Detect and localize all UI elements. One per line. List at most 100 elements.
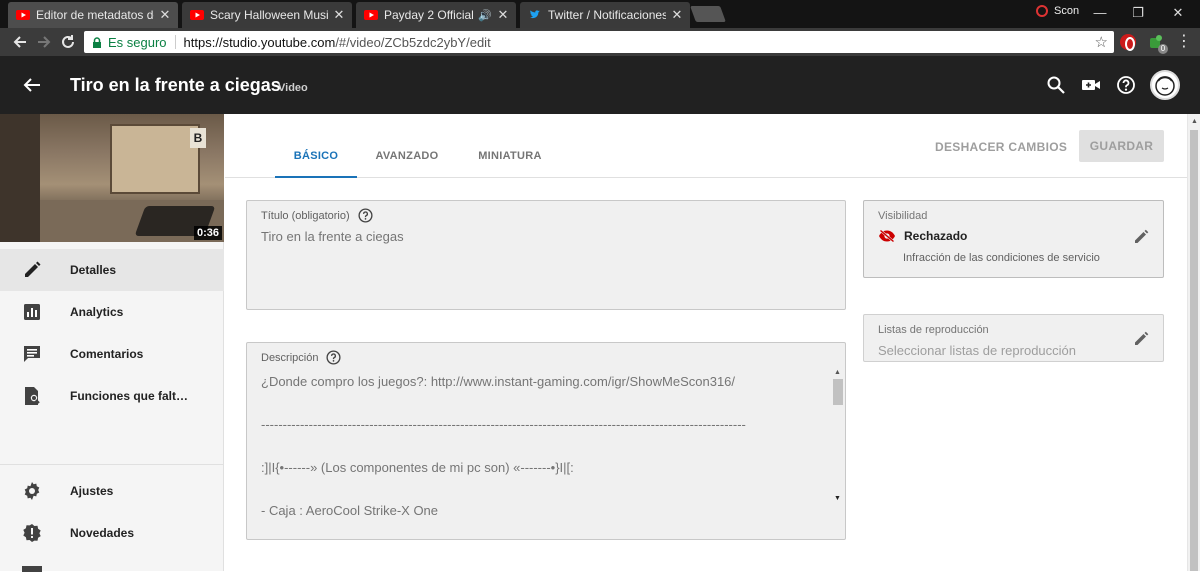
- pencil-icon: [25, 261, 41, 277]
- browser-toolbar: Es seguro https://studio.youtube.com/#/v…: [0, 28, 1200, 56]
- sidebar-item-label: Detalles: [70, 263, 117, 277]
- edit-pencil-icon[interactable]: [1133, 229, 1149, 245]
- browser-tab-payday[interactable]: Payday 2 Official Sour 🔊 ✕: [356, 2, 516, 28]
- tab-basic[interactable]: BÁSICO: [275, 138, 357, 178]
- lock-icon: [93, 36, 101, 48]
- description-field[interactable]: Descripción ¿Donde compro los juegos?: h…: [246, 342, 846, 540]
- extension-badge: 0: [1158, 44, 1168, 54]
- description-line: ¿Donde compro los juegos?: http://www.in…: [261, 374, 736, 389]
- sidebar: B 0:36 Detalles Analytics Comentarios Fu…: [0, 114, 224, 572]
- sidebar-cutoff-icon: [22, 566, 42, 572]
- tab-advanced[interactable]: AVANZADO: [371, 138, 443, 178]
- studio-header: Tiro en la frente a ciegas Video: [0, 56, 1200, 114]
- new-tab-button[interactable]: [690, 6, 726, 22]
- audio-playing-icon[interactable]: 🔊: [478, 9, 492, 22]
- browser-tab-twitter[interactable]: Twitter / Notificaciones ✕: [520, 2, 690, 28]
- edit-pencil-icon[interactable]: [1133, 331, 1149, 347]
- title-field[interactable]: Título (obligatorio) Tiro en la frente a…: [246, 200, 846, 310]
- address-separator: [174, 35, 176, 49]
- video-duration: 0:36: [193, 226, 222, 240]
- editor-tabs: BÁSICO AVANZADO MINIATURA DESHACER CAMBI…: [225, 114, 1187, 178]
- close-window-button[interactable]: ✕: [1168, 4, 1188, 22]
- back-browser-button[interactable]: [10, 32, 30, 52]
- address-bar[interactable]: Es seguro https://studio.youtube.com/#/v…: [84, 31, 1114, 53]
- security-label: Es seguro: [108, 34, 167, 50]
- restore-button[interactable]: ❐: [1128, 4, 1148, 22]
- avatar-face-icon: [1155, 76, 1175, 96]
- video-thumbnail[interactable]: B 0:36: [0, 114, 224, 242]
- description-scrollbar-thumb[interactable]: [833, 379, 843, 405]
- avatar[interactable]: [1150, 70, 1180, 100]
- scroll-up-arrow-icon[interactable]: ▲: [1191, 118, 1198, 125]
- thumbnail-pillar: [0, 114, 40, 242]
- search-icon[interactable]: [1046, 75, 1066, 95]
- sidebar-item-label: Analytics: [70, 305, 124, 319]
- video-camera-icon[interactable]: [1081, 75, 1101, 95]
- url-host: https://studio.youtube.com: [183, 34, 336, 50]
- visibility-detail: Infracción de las condiciones de servici…: [903, 252, 1100, 264]
- close-tab-icon[interactable]: ✕: [670, 8, 684, 22]
- description-line: - Caja : AeroCool Strike-X One: [261, 503, 439, 518]
- minimize-button[interactable]: —: [1090, 4, 1110, 22]
- analytics-icon: [24, 304, 40, 320]
- forward-browser-button[interactable]: [34, 32, 54, 52]
- browser-menu-icon[interactable]: ⋮: [1176, 34, 1192, 50]
- close-tab-icon[interactable]: ✕: [332, 8, 346, 22]
- save-button[interactable]: GUARDAR: [1079, 130, 1164, 162]
- title-field-label: Título (obligatorio): [261, 209, 350, 222]
- tab-title: Payday 2 Official Sour: [384, 8, 474, 22]
- sidebar-item-details[interactable]: Detalles: [0, 249, 224, 291]
- sidebar-item-comments[interactable]: Comentarios: [0, 333, 224, 375]
- gear-icon: [24, 482, 40, 500]
- tab-title: Editor de metadatos de v: [36, 8, 154, 22]
- undo-changes-button[interactable]: DESHACER CAMBIOS: [935, 132, 1067, 162]
- youtube-icon: [190, 10, 204, 20]
- comment-icon: [24, 346, 40, 362]
- sidebar-item-label: Funciones que falt…: [70, 389, 189, 403]
- page-scrollbar[interactable]: ▲: [1187, 114, 1200, 571]
- opera-extension-icon[interactable]: [1120, 34, 1136, 51]
- close-tab-icon[interactable]: ✕: [496, 8, 510, 22]
- sidebar-item-settings[interactable]: Ajustes: [0, 470, 224, 512]
- page-scrollbar-thumb[interactable]: [1190, 130, 1198, 571]
- description-line: ----------------------------------------…: [261, 417, 746, 432]
- missing-features-icon: [25, 387, 40, 405]
- visibility-card[interactable]: Visibilidad Rechazado Infracción de las …: [863, 200, 1164, 278]
- description-input[interactable]: ¿Donde compro los juegos?: http://www.in…: [261, 371, 823, 522]
- sidebar-item-missing-features[interactable]: Funciones que falt…: [0, 375, 224, 417]
- browser-tab-halloween[interactable]: Scary Halloween Music: ( ✕: [182, 2, 352, 28]
- sidebar-item-news[interactable]: Novedades: [0, 512, 224, 554]
- playlists-card[interactable]: Listas de reproducción Seleccionar lista…: [863, 314, 1164, 362]
- help-icon[interactable]: [326, 350, 342, 365]
- title-input[interactable]: Tiro en la frente a ciegas: [261, 229, 404, 244]
- description-line: :]|I{•------» (Los componentes de mi pc …: [261, 460, 574, 475]
- sidebar-item-label: Ajustes: [70, 484, 114, 498]
- extension-icon[interactable]: 0: [1148, 34, 1168, 54]
- eye-off-icon: [879, 229, 895, 243]
- browser-tab-strip: Editor de metadatos de v ✕ Scary Hallowe…: [0, 0, 1200, 28]
- thumbnail-sign: B: [190, 128, 206, 148]
- youtube-icon: [364, 10, 378, 20]
- close-tab-icon[interactable]: ✕: [158, 8, 172, 22]
- help-icon[interactable]: [358, 208, 373, 223]
- help-icon[interactable]: [1116, 75, 1136, 95]
- scroll-down-arrow-icon[interactable]: ▼: [834, 495, 841, 502]
- sidebar-item-analytics[interactable]: Analytics: [0, 291, 224, 333]
- playlists-select[interactable]: Seleccionar listas de reproducción: [878, 343, 1076, 358]
- arrow-left-icon: [13, 36, 26, 48]
- reload-button[interactable]: [58, 32, 78, 52]
- twitter-icon: [530, 10, 540, 19]
- sidebar-divider: [0, 464, 224, 465]
- browser-tab-studio[interactable]: Editor de metadatos de v ✕: [8, 2, 178, 28]
- description-line: [261, 393, 823, 415]
- visibility-label: Visibilidad: [878, 210, 928, 222]
- arrow-back-icon[interactable]: [22, 75, 42, 95]
- profile-button[interactable]: Scon: [1036, 5, 1079, 17]
- scroll-up-arrow-icon[interactable]: ▲: [834, 369, 841, 376]
- thumbnail-wall: [110, 124, 200, 194]
- description-line: [261, 436, 823, 458]
- bookmark-star-icon[interactable]: ☆: [1095, 33, 1108, 51]
- tab-thumbnail[interactable]: MINIATURA: [473, 138, 547, 178]
- arrow-right-icon: [38, 36, 51, 48]
- main-content: BÁSICO AVANZADO MINIATURA DESHACER CAMBI…: [225, 114, 1187, 571]
